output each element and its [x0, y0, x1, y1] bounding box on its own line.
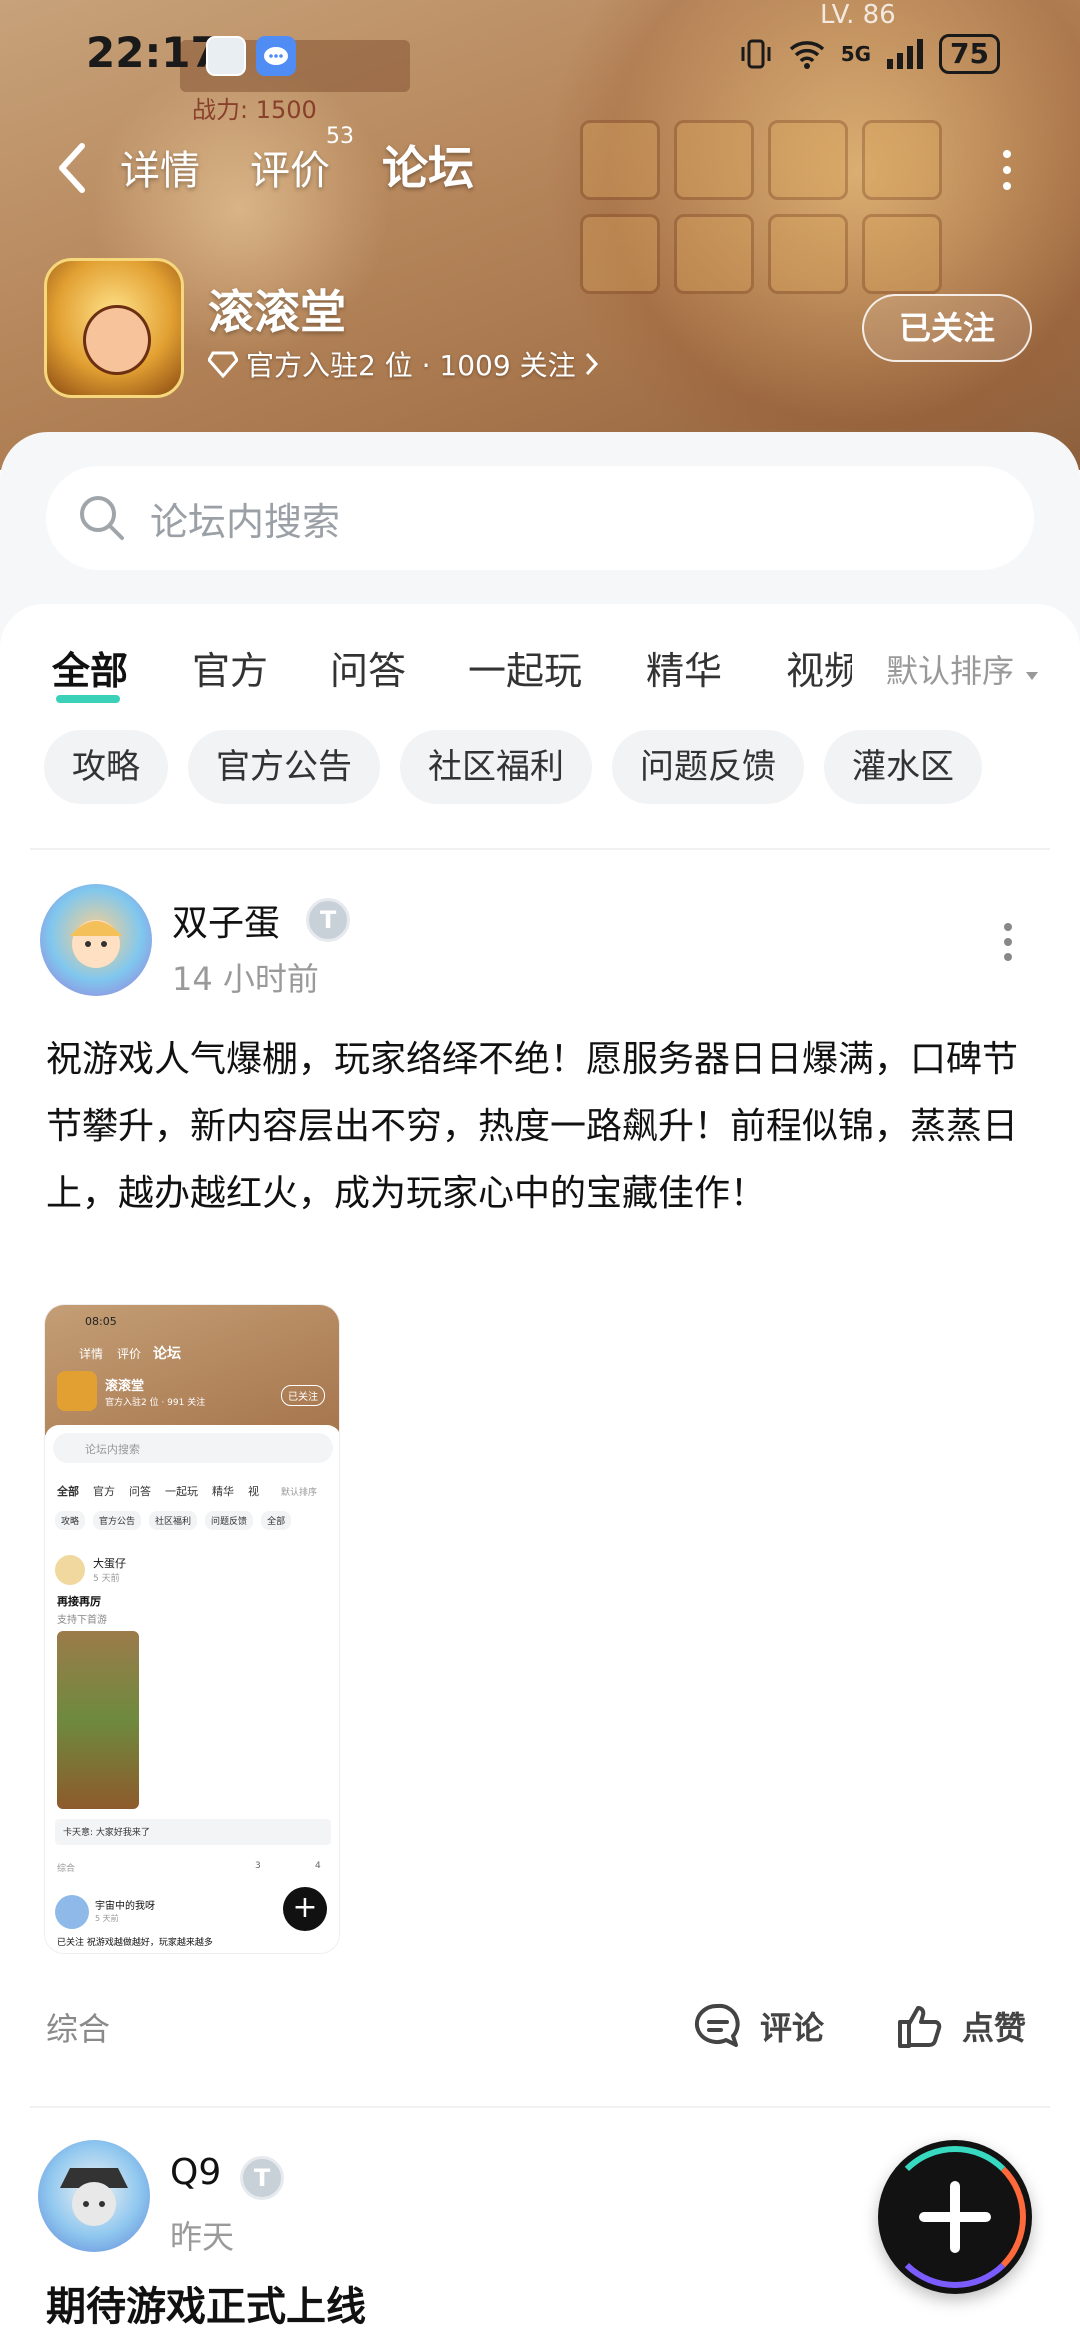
- thumb-chip: 官方公告: [93, 1511, 142, 1530]
- search-input[interactable]: 论坛内搜索: [46, 466, 1034, 570]
- tab-reviews[interactable]: 评价: [250, 138, 330, 196]
- thumb-app-name: 滚滚堂: [105, 1379, 145, 1394]
- thumb-chip: 攻略: [55, 1511, 86, 1530]
- sort-dropdown[interactable]: 默认排序: [880, 646, 1041, 692]
- thumb-post-cat: 综合: [57, 1864, 76, 1874]
- divider: [30, 848, 1050, 850]
- thumb-tab-forum: 论坛: [153, 1346, 181, 1362]
- category-chips: 攻略 官方公告 社区福利 问题反馈 灌水区: [44, 730, 982, 804]
- thumb-next-text: 已关注 祝游戏越做越好，玩家越来越多: [57, 1938, 213, 1948]
- message-icon: [256, 36, 296, 76]
- thumb-forum-tab: 问答: [129, 1485, 151, 1498]
- more-options-icon[interactable]: [1000, 148, 1014, 192]
- caret-down-icon: [1026, 672, 1039, 680]
- post-content[interactable]: 祝游戏人气爆棚，玩家络绎不绝！愿服务器日日爆满，口碑节节攀升，新内容层出不穷，热…: [46, 1026, 1036, 1227]
- game-app-icon[interactable]: [44, 258, 184, 398]
- forum-tab-play-together[interactable]: 一起玩: [468, 640, 582, 695]
- avatar[interactable]: [40, 884, 152, 996]
- thumb-app-meta: 官方入驻2 位 · 991 关注: [105, 1398, 206, 1408]
- signal-icon: [887, 39, 924, 69]
- user-level-badge: T: [240, 2156, 284, 2200]
- search-placeholder: 论坛内搜索: [150, 499, 341, 544]
- post-author[interactable]: Q9: [170, 2152, 221, 2193]
- sort-label: 默认排序: [886, 652, 1015, 690]
- thumb-search: 论坛内搜索: [85, 1443, 140, 1456]
- chip-chitchat[interactable]: 灌水区: [824, 730, 982, 804]
- post-time: 昨天: [170, 2218, 235, 2256]
- thumb-chip: 问题反馈: [205, 1511, 254, 1530]
- thumb-tab-reviews: 评价: [117, 1347, 142, 1361]
- post-image[interactable]: 08:05 详情 评价 论坛 滚滚堂 官方入驻2 位 · 991 关注 已关注 …: [44, 1304, 340, 1954]
- back-arrow-icon[interactable]: [52, 140, 92, 196]
- user-level-badge: T: [306, 898, 350, 942]
- thumb-like-count: 4: [315, 1861, 321, 1871]
- status-bar: 22:17 5G 75: [0, 0, 1080, 112]
- reviews-count-badge: 53: [326, 124, 354, 149]
- create-post-button[interactable]: [878, 2140, 1032, 2294]
- wifi-icon: [789, 41, 824, 69]
- chevron-right-icon: [585, 352, 598, 376]
- thumb-sort: 默认排序: [281, 1488, 318, 1498]
- thumb-comment-count: 3: [255, 1861, 261, 1871]
- post-title[interactable]: 期待游戏正式上线: [46, 2274, 366, 2332]
- forum-tab-video[interactable]: 视频: [786, 640, 852, 695]
- thumb-chip: 社区福利: [149, 1511, 198, 1530]
- thumb-chip: 全部: [261, 1511, 292, 1530]
- thumb-post-sub: 支持下首游: [57, 1615, 107, 1626]
- thumbs-up-icon: [898, 2006, 942, 2048]
- notification-app-icon: [206, 36, 246, 76]
- forum-tabs: 全部 官方 问答 一起玩 精华 视频 默认排序: [0, 632, 1080, 703]
- thumb-tab-details: 详情: [79, 1347, 104, 1361]
- forum-tab-official[interactable]: 官方: [192, 640, 268, 695]
- post-time: 14 小时前: [172, 960, 319, 998]
- thumb-post-title: 再接再厉: [57, 1595, 101, 1608]
- plus-icon: [919, 2181, 991, 2253]
- like-button[interactable]: 点赞: [892, 1998, 1026, 2054]
- diamond-icon: [208, 351, 238, 378]
- comment-label: 评论: [760, 2009, 825, 2047]
- battery-indicator: 75: [939, 34, 1000, 74]
- chip-announcements[interactable]: 官方公告: [188, 730, 380, 804]
- divider: [30, 2106, 1050, 2108]
- thumb-post-time: 5 天前: [93, 1574, 120, 1584]
- clock: 22:17: [86, 28, 220, 77]
- search-icon: [80, 496, 124, 540]
- like-label: 点赞: [962, 2009, 1027, 2047]
- post-footer: 综合 评论 点赞: [46, 2003, 1036, 2054]
- forum-tab-featured[interactable]: 精华: [646, 640, 722, 695]
- thumb-forum-tab: 视: [248, 1485, 259, 1498]
- comment-icon: [694, 2003, 740, 2047]
- thumb-post-author: 大蛋仔: [93, 1557, 126, 1570]
- thumb-next-author: 宇宙中的我呀: [95, 1901, 155, 1912]
- post-more-icon[interactable]: [1002, 922, 1014, 962]
- tab-details[interactable]: 详情: [120, 138, 200, 196]
- thumb-forum-tab: 官方: [93, 1485, 115, 1498]
- app-meta-link[interactable]: 官方入驻2 位 · 1009 关注: [208, 344, 600, 384]
- thumb-time: 08:05: [85, 1315, 117, 1328]
- avatar[interactable]: [38, 2140, 150, 2252]
- comment-button[interactable]: 评论: [690, 1998, 824, 2054]
- thumb-forum-tab: 全部: [57, 1485, 79, 1498]
- post-author[interactable]: 双子蛋: [172, 894, 280, 946]
- network-type: 5G: [840, 42, 872, 66]
- thumb-follow: 已关注: [281, 1385, 325, 1406]
- thumb-forum-tab: 精华: [212, 1485, 234, 1498]
- app-meta-text: 官方入驻2 位 · 1009 关注: [246, 349, 576, 382]
- chip-benefits[interactable]: 社区福利: [400, 730, 592, 804]
- chip-guides[interactable]: 攻略: [44, 730, 168, 804]
- top-nav: 详情 评价 53 论坛: [0, 124, 1080, 200]
- forum-tab-qa[interactable]: 问答: [330, 640, 406, 695]
- post-category[interactable]: 综合: [46, 2004, 110, 2050]
- chip-feedback[interactable]: 问题反馈: [612, 730, 804, 804]
- forum-tab-all[interactable]: 全部: [52, 640, 128, 703]
- thumb-forum-tab: 一起玩: [165, 1485, 198, 1498]
- thumb-next-time: 5 天前: [95, 1914, 119, 1923]
- thumb-comment-preview: 卡天意: 大家好我来了: [63, 1828, 150, 1838]
- follow-button[interactable]: 已关注: [862, 294, 1032, 362]
- vibrate-icon: [741, 39, 771, 69]
- tab-forum[interactable]: 论坛: [382, 132, 474, 198]
- app-name: 滚滚堂: [208, 285, 346, 339]
